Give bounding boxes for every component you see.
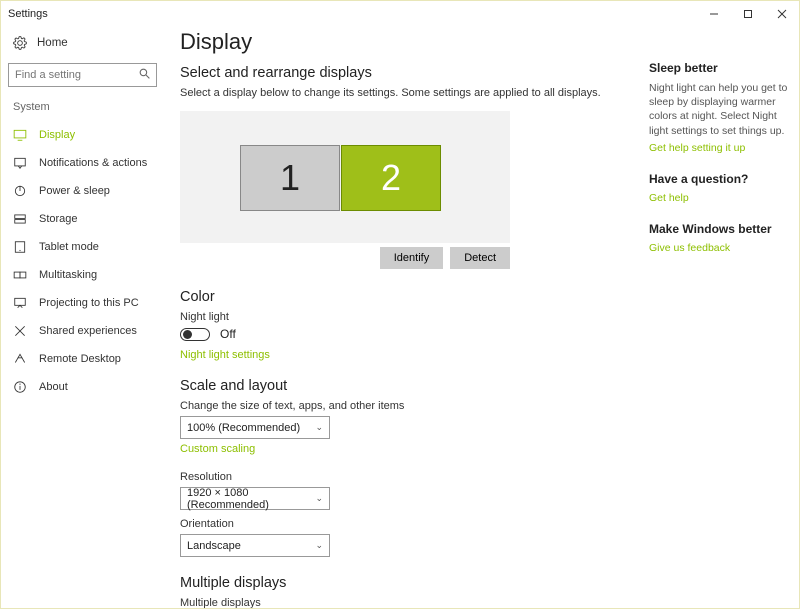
multitasking-icon — [13, 268, 27, 282]
arrange-heading: Select and rearrange displays — [180, 65, 637, 81]
maximize-button[interactable] — [731, 1, 765, 27]
home-label: Home — [37, 37, 68, 49]
question-head: Have a question? — [649, 172, 791, 186]
gear-icon — [13, 36, 27, 50]
arrange-description: Select a display below to change its set… — [180, 87, 637, 99]
sidebar-item-shared[interactable]: Shared experiences — [6, 317, 159, 345]
about-icon — [13, 380, 27, 394]
detect-button[interactable]: Detect — [450, 247, 510, 269]
night-light-settings-link[interactable]: Night light settings — [180, 349, 270, 361]
sidebar-item-label: Projecting to this PC — [39, 297, 139, 309]
monitor-2[interactable]: 2 — [341, 145, 441, 211]
sidebar-item-notifications[interactable]: Notifications & actions — [6, 149, 159, 177]
display-arrange-area[interactable]: 1 2 — [180, 111, 510, 243]
window-title: Settings — [8, 8, 697, 20]
right-sidebar: Sleep better Night light can help you ge… — [649, 27, 799, 608]
sidebar-item-storage[interactable]: Storage — [6, 205, 159, 233]
tablet-icon — [13, 240, 27, 254]
chevron-down-icon: ⌄ — [315, 493, 323, 504]
close-button[interactable] — [765, 1, 799, 27]
sidebar-item-label: Shared experiences — [39, 325, 137, 337]
page-title: Display — [180, 29, 637, 55]
sidebar-item-label: Notifications & actions — [39, 157, 147, 169]
scale-heading: Scale and layout — [180, 378, 637, 394]
sidebar-item-label: Storage — [39, 213, 78, 225]
section-heading: System — [6, 101, 159, 121]
projecting-icon — [13, 296, 27, 310]
sleep-head: Sleep better — [649, 61, 791, 75]
night-light-toggle[interactable] — [180, 328, 210, 341]
sidebar-item-label: Power & sleep — [39, 185, 110, 197]
chevron-down-icon: ⌄ — [315, 422, 323, 433]
night-light-label: Night light — [180, 311, 637, 323]
multi-label: Multiple displays — [180, 597, 637, 608]
sidebar: Home System Display Notifications & acti… — [1, 27, 164, 608]
multi-heading: Multiple displays — [180, 575, 637, 591]
feedback-head: Make Windows better — [649, 222, 791, 236]
sidebar-item-remote[interactable]: Remote Desktop — [6, 345, 159, 373]
home-nav[interactable]: Home — [6, 27, 159, 63]
night-light-state: Off — [220, 327, 236, 341]
sidebar-item-label: Remote Desktop — [39, 353, 121, 365]
sidebar-item-label: About — [39, 381, 68, 393]
sidebar-item-label: Tablet mode — [39, 241, 99, 253]
feedback-link[interactable]: Give us feedback — [649, 242, 730, 254]
resolution-value: 1920 × 1080 (Recommended) — [187, 487, 323, 511]
orientation-value: Landscape — [187, 540, 241, 552]
sidebar-item-tablet[interactable]: Tablet mode — [6, 233, 159, 261]
search-input[interactable] — [8, 63, 157, 87]
identify-button[interactable]: Identify — [380, 247, 443, 269]
color-heading: Color — [180, 289, 637, 305]
sidebar-item-power[interactable]: Power & sleep — [6, 177, 159, 205]
sleep-setup-link[interactable]: Get help setting it up — [649, 142, 745, 154]
get-help-link[interactable]: Get help — [649, 192, 689, 204]
power-icon — [13, 184, 27, 198]
sidebar-item-display[interactable]: Display — [6, 121, 159, 149]
scale-value: 100% (Recommended) — [187, 422, 300, 434]
scale-select[interactable]: 100% (Recommended) ⌄ — [180, 416, 330, 439]
storage-icon — [13, 212, 27, 226]
sidebar-item-label: Multitasking — [39, 269, 97, 281]
sidebar-item-label: Display — [39, 129, 75, 141]
monitor-1[interactable]: 1 — [240, 145, 340, 211]
orientation-label: Orientation — [180, 518, 637, 530]
resolution-select[interactable]: 1920 × 1080 (Recommended) ⌄ — [180, 487, 330, 510]
search-box[interactable] — [8, 63, 157, 87]
search-icon — [138, 67, 151, 80]
sidebar-item-multitasking[interactable]: Multitasking — [6, 261, 159, 289]
custom-scaling-link[interactable]: Custom scaling — [180, 443, 255, 455]
sidebar-item-projecting[interactable]: Projecting to this PC — [6, 289, 159, 317]
minimize-button[interactable] — [697, 1, 731, 27]
shared-icon — [13, 324, 27, 338]
sidebar-item-about[interactable]: About — [6, 373, 159, 401]
display-icon — [13, 128, 27, 142]
resolution-label: Resolution — [180, 471, 637, 483]
remote-icon — [13, 352, 27, 366]
scale-label: Change the size of text, apps, and other… — [180, 400, 637, 412]
main-content: Display Select and rearrange displays Se… — [164, 27, 649, 608]
notifications-icon — [13, 156, 27, 170]
chevron-down-icon: ⌄ — [315, 540, 323, 551]
sleep-text: Night light can help you get to sleep by… — [649, 81, 791, 138]
title-bar: Settings — [1, 1, 799, 27]
orientation-select[interactable]: Landscape ⌄ — [180, 534, 330, 557]
